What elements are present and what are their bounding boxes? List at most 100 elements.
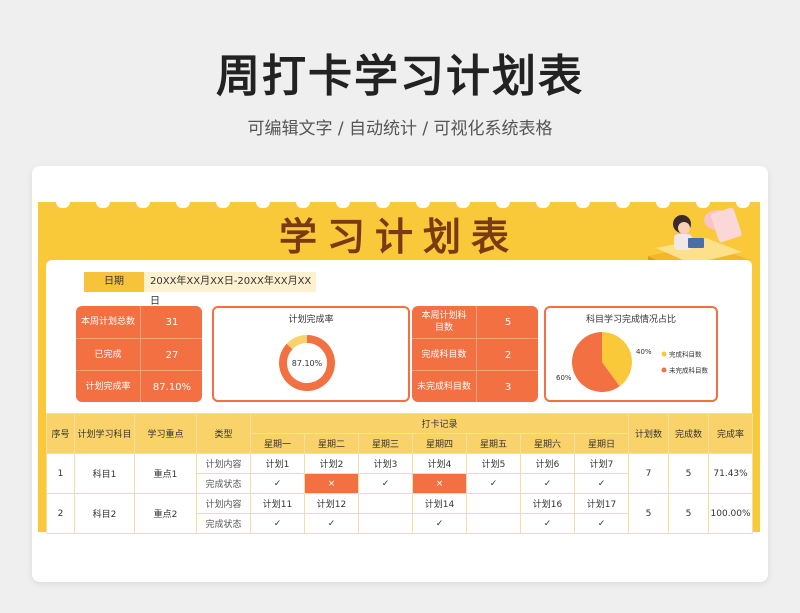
legend-swatch (661, 351, 667, 357)
cell-type[interactable]: 完成状态 (196, 513, 251, 534)
kpi-value: 5 (476, 306, 538, 338)
table-row: 2 科目2 重点2 计划内容 计划11 计划12 计划14 计划16 计划17 … (46, 493, 754, 534)
subject-ratio-chart: 科目学习完成情况占比 40% 60% 完成科目数 未完成科目数 (544, 306, 718, 402)
kpi-row: 完成科目数 2 (412, 338, 538, 371)
cell-plan[interactable]: 计划6 (520, 453, 575, 474)
plan-sheet: 学习计划表 日期 20XX年XX月XX日-20XX年XX月XX日 本周计划总数 … (38, 196, 760, 534)
legend-swatch (661, 367, 667, 373)
cell-status[interactable]: × (412, 473, 467, 494)
cell-done[interactable]: 5 (668, 493, 710, 534)
cell-status[interactable]: ✓ (520, 473, 575, 494)
cell-subject[interactable]: 科目1 (74, 453, 135, 494)
table-row: 1 科目1 重点1 计划内容 计划1 计划2 计划3 计划4 计划5 计划6 计… (46, 453, 754, 494)
cell-plan[interactable]: 计划7 (573, 453, 630, 474)
cell-status[interactable] (466, 513, 521, 534)
cell-plan[interactable]: 计划16 (520, 493, 575, 514)
header-record: 打卡记录 (249, 413, 630, 434)
page-title: 周打卡学习计划表 (216, 51, 584, 102)
kpi-row: 未完成科目数 3 (412, 370, 538, 402)
kpi-value: 31 (140, 306, 202, 338)
cell-status[interactable]: × (304, 473, 359, 494)
cell-type[interactable]: 完成状态 (196, 473, 251, 494)
header-count: 计划数 (628, 413, 670, 454)
kpi-row: 本周计划科目数 5 (412, 306, 538, 338)
page-subtitle: 可编辑文字 / 自动统计 / 可视化系统表格 (247, 119, 553, 139)
cell-type[interactable]: 计划内容 (196, 453, 251, 474)
kpi-label: 已完成 (94, 350, 122, 360)
checkin-table: 序号 计划学习科目 学习重点 类型 打卡记录 计划数 完成数 完成率 星期一 星… (46, 413, 754, 534)
kpi-row: 已完成 27 (76, 338, 202, 371)
kpi-label: 本周计划科目数 (421, 311, 467, 333)
cell-status[interactable]: ✓ (250, 473, 305, 494)
kpi-value: 27 (140, 339, 202, 371)
cell-plan[interactable]: 计划3 (358, 453, 413, 474)
date-value: 20XX年XX月XX日-20XX年XX月XX日 (144, 272, 316, 307)
kpi-label: 本周计划总数 (80, 317, 135, 327)
date-label: 日期 (84, 272, 144, 292)
cell-plan[interactable]: 计划2 (304, 453, 359, 474)
kpi-label: 完成科目数 (421, 350, 467, 360)
cell-count[interactable]: 5 (628, 493, 670, 534)
header-type: 类型 (196, 413, 251, 454)
kpi-label: 计划完成率 (85, 382, 131, 392)
cell-rate[interactable]: 100.00% (708, 493, 754, 534)
legend-label: 未完成科目数 (669, 366, 709, 375)
pie-value-label: 60% (556, 374, 572, 382)
preview-card: 学习计划表 日期 20XX年XX月XX日-20XX年XX月XX日 本周计划总数 … (32, 166, 768, 582)
legend-label: 完成科目数 (669, 350, 702, 359)
cell-no[interactable]: 2 (46, 493, 75, 534)
kpi-value: 2 (476, 339, 538, 371)
header-done: 完成数 (668, 413, 710, 454)
header-focus: 学习重点 (134, 413, 197, 454)
donut-svg: 87.10% (279, 335, 335, 391)
cell-plan[interactable]: 计划11 (250, 493, 305, 514)
pie-svg: 40% 60% 完成科目数 未完成科目数 (556, 332, 709, 392)
pie-value-label: 40% (636, 348, 652, 356)
cell-subject[interactable]: 科目2 (74, 493, 135, 534)
cell-focus[interactable]: 重点1 (134, 453, 197, 494)
cell-no[interactable]: 1 (46, 453, 75, 494)
cell-plan[interactable]: 计划4 (412, 453, 467, 474)
header-no: 序号 (46, 413, 75, 454)
kpi-value: 87.10% (140, 371, 202, 402)
cell-plan[interactable] (358, 493, 413, 514)
kpi-row: 本周计划总数 31 (76, 306, 202, 338)
cell-status[interactable]: ✓ (412, 513, 467, 534)
day-header: 星期日 (573, 433, 630, 454)
kpi-row: 计划完成率 87.10% (76, 370, 202, 402)
weekly-summary-panel: 本周计划总数 31 已完成 27 计划完成率 87.10% (76, 306, 202, 402)
cell-status[interactable]: ✓ (573, 513, 630, 534)
sheet-body: 日期 20XX年XX月XX日-20XX年XX月XX日 本周计划总数 31 已完成… (46, 260, 754, 534)
donut-segment (286, 335, 308, 350)
cell-plan[interactable] (466, 493, 521, 514)
cell-status[interactable]: ✓ (358, 473, 413, 494)
day-header: 星期二 (304, 433, 359, 454)
cell-status[interactable]: ✓ (466, 473, 521, 494)
cell-status[interactable]: ✓ (304, 513, 359, 534)
completion-rate-chart: 计划完成率 87.10% (212, 306, 410, 402)
donut-center-label: 87.10% (292, 359, 323, 368)
cell-status[interactable]: ✓ (520, 513, 575, 534)
cell-rate[interactable]: 71.43% (708, 453, 754, 494)
cell-done[interactable]: 5 (668, 453, 710, 494)
cell-plan[interactable]: 计划12 (304, 493, 359, 514)
cell-focus[interactable]: 重点2 (134, 493, 197, 534)
cell-status[interactable]: ✓ (250, 513, 305, 534)
cell-plan[interactable]: 计划5 (466, 453, 521, 474)
kpi-value: 3 (476, 371, 538, 402)
cell-plan[interactable]: 计划1 (250, 453, 305, 474)
cell-count[interactable]: 7 (628, 453, 670, 494)
day-header: 星期一 (250, 433, 305, 454)
header-rate: 完成率 (708, 413, 754, 454)
day-header: 星期四 (412, 433, 467, 454)
cell-type[interactable]: 计划内容 (196, 493, 251, 514)
cell-status[interactable] (358, 513, 413, 534)
subject-summary-panel: 本周计划科目数 5 完成科目数 2 未完成科目数 3 (412, 306, 538, 402)
cell-plan[interactable]: 计划17 (573, 493, 630, 514)
day-header: 星期五 (466, 433, 521, 454)
cell-status[interactable]: ✓ (573, 473, 630, 494)
cell-plan[interactable]: 计划14 (412, 493, 467, 514)
kpi-label: 未完成科目数 (416, 382, 471, 392)
day-header: 星期六 (520, 433, 575, 454)
day-header: 星期三 (358, 433, 413, 454)
